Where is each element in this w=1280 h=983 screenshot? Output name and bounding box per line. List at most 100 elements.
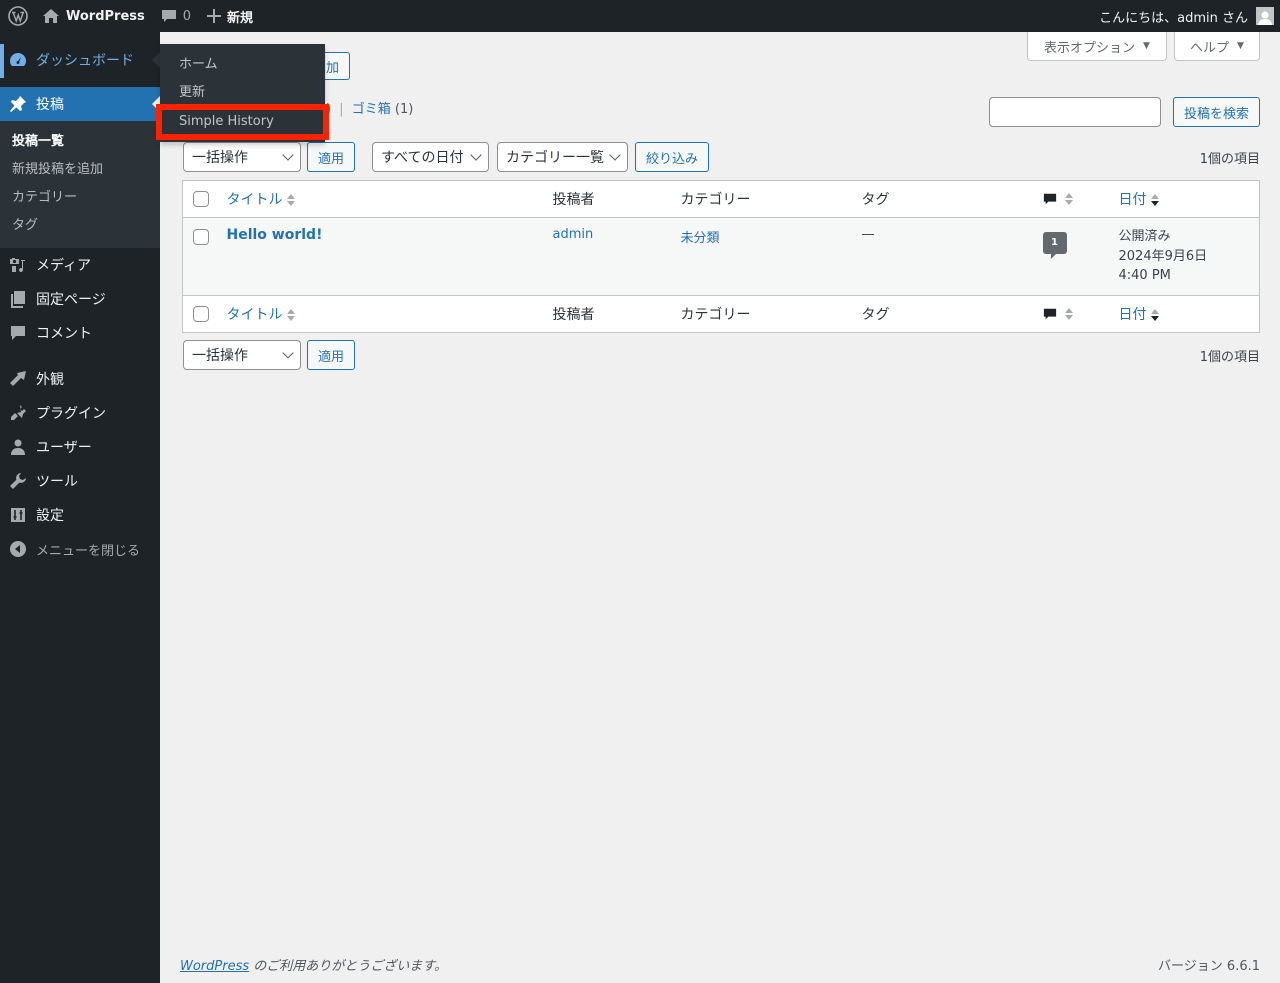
submenu-add-new-post[interactable]: 新規投稿を追加: [0, 156, 160, 184]
user-icon: [8, 437, 28, 457]
sidebar-item-label: 固定ページ: [36, 292, 106, 308]
sidebar-item-settings[interactable]: 設定: [0, 498, 160, 532]
column-date-label[interactable]: 日付: [1119, 192, 1147, 208]
settings-icon: [8, 505, 28, 525]
comment-icon: [1043, 308, 1056, 319]
apply-button-bottom[interactable]: 適用: [307, 340, 355, 370]
sidebar-item-pages[interactable]: 固定ページ: [0, 282, 160, 316]
row-checkbox[interactable]: [193, 229, 209, 245]
table-footer-row: タイトル 投稿者 カテゴリー タグ 日付: [182, 295, 1260, 332]
posts-table: タイトル 投稿者 カテゴリー タグ 日付 Hello world! admin …: [182, 180, 1260, 333]
sidebar-item-label: コメント: [36, 326, 92, 342]
column-author: 投稿者: [552, 306, 595, 323]
bulk-action-select-bottom[interactable]: 一括操作: [183, 340, 301, 370]
screen-options-button[interactable]: 表示オプション ▼: [1027, 32, 1167, 61]
sidebar-item-media[interactable]: メディア: [0, 248, 160, 282]
select-all-checkbox-bottom[interactable]: [193, 305, 209, 322]
sort-icon: [1150, 194, 1159, 206]
post-status: 公開済み: [1118, 229, 1171, 244]
flyout-item-updates[interactable]: 更新: [160, 79, 325, 107]
sidebar-item-posts[interactable]: 投稿: [0, 87, 160, 121]
category-filter-value: カテゴリー一覧: [506, 150, 604, 166]
version-text: バージョン 6.6.1: [1158, 959, 1260, 974]
column-title-label[interactable]: タイトル: [227, 307, 283, 323]
search-posts-button[interactable]: 投稿を検索: [1173, 97, 1260, 127]
column-title-label[interactable]: タイトル: [227, 192, 283, 208]
bulk-action-value: 一括操作: [192, 150, 248, 166]
submenu-all-posts[interactable]: 投稿一覧: [0, 128, 160, 156]
category-filter-select[interactable]: カテゴリー一覧: [497, 142, 628, 172]
sort-icon: [286, 308, 295, 321]
new-label: 新規: [227, 10, 254, 26]
column-date[interactable]: 日付: [1109, 295, 1260, 332]
submenu-tags[interactable]: タグ: [0, 212, 160, 240]
select-all-cell: [183, 181, 217, 218]
triangle-down-icon: ▼: [1143, 41, 1150, 51]
sort-icon: [286, 194, 295, 206]
apply-label: 適用: [318, 151, 345, 167]
sort-icon: [1064, 193, 1073, 205]
sidebar-item-plugins[interactable]: プラグイン: [0, 396, 160, 430]
admin-sidebar: ダッシュボード 投稿 投稿一覧 新規投稿を追加 カテゴリー タグ メディア 固定…: [0, 32, 160, 983]
column-title[interactable]: タイトル: [217, 295, 543, 332]
date-filter-value: すべての日付: [381, 150, 464, 166]
post-title-link[interactable]: Hello world!: [227, 227, 323, 243]
sort-icon: [1150, 308, 1159, 321]
sort-icon: [1064, 307, 1073, 320]
sidebar-item-comments[interactable]: コメント: [0, 316, 160, 350]
cell-tags: —: [861, 227, 875, 242]
sidebar-item-label: プラグイン: [36, 406, 106, 422]
category-link[interactable]: 未分類: [681, 231, 720, 246]
column-date-label[interactable]: 日付: [1119, 307, 1147, 323]
avatar: [1256, 7, 1274, 25]
bulk-action-select-top[interactable]: 一括操作: [183, 142, 301, 172]
sidebar-item-label: 設定: [36, 508, 64, 524]
chevron-down-icon: [282, 149, 294, 161]
column-comments[interactable]: [1033, 295, 1109, 332]
apply-button-top[interactable]: 適用: [307, 142, 355, 172]
submenu-categories[interactable]: カテゴリー: [0, 184, 160, 212]
filter-label: 絞り込み: [646, 151, 699, 167]
admin-footer: WordPress のご利用ありがとうございます。 バージョン 6.6.1: [180, 955, 1260, 974]
greeting: こんにちは、admin さん: [1099, 10, 1248, 26]
sidebar-item-tools[interactable]: ツール: [0, 464, 160, 498]
post-search-input[interactable]: [989, 97, 1161, 127]
site-name-link[interactable]: WordPress: [36, 0, 153, 32]
footer-thanks: WordPress のご利用ありがとうございます。: [180, 955, 447, 974]
my-account-menu[interactable]: こんにちは、admin さん: [1091, 0, 1280, 32]
wp-logo-menu[interactable]: [0, 0, 36, 32]
cell-title: Hello world!: [217, 218, 543, 296]
sidebar-item-label: ツール: [36, 474, 78, 490]
column-comments[interactable]: [1033, 181, 1109, 218]
column-author: 投稿者: [552, 192, 595, 208]
author-link[interactable]: admin: [553, 227, 594, 242]
posts-submenu: 投稿一覧 新規投稿を追加 カテゴリー タグ: [0, 121, 160, 248]
separator: |: [339, 102, 344, 117]
screen-options-label: 表示オプション: [1044, 40, 1136, 56]
column-title[interactable]: タイトル: [217, 181, 543, 218]
chevron-down-icon: [282, 347, 294, 359]
sidebar-item-appearance[interactable]: 外観: [0, 362, 160, 396]
wordpress-link[interactable]: WordPress: [180, 959, 249, 974]
bulk-action-value: 一括操作: [192, 348, 248, 364]
collapse-menu-button[interactable]: メニューを閉じる: [0, 532, 160, 566]
comment-icon: [8, 323, 28, 343]
sidebar-item-dashboard[interactable]: ダッシュボード: [0, 32, 160, 87]
trash-label: ゴミ箱: [351, 102, 391, 117]
status-filter-trash[interactable]: ゴミ箱 (1): [352, 102, 414, 117]
plugin-icon: [8, 403, 28, 423]
comment-count-bubble[interactable]: 1: [1042, 232, 1067, 259]
filter-button[interactable]: 絞り込み: [635, 142, 709, 172]
date-filter-select[interactable]: すべての日付: [372, 142, 489, 172]
column-date[interactable]: 日付: [1109, 181, 1260, 218]
help-button[interactable]: ヘルプ ▼: [1174, 32, 1260, 61]
new-content-menu[interactable]: 新規: [199, 0, 261, 32]
dashboard-icon: [8, 50, 28, 70]
collapse-label: メニューを閉じる: [36, 543, 141, 559]
select-all-checkbox[interactable]: [193, 191, 209, 207]
comments-link[interactable]: 0: [153, 0, 199, 32]
flyout-item-home[interactable]: ホーム: [160, 51, 325, 79]
post-date: 2024年9月6日 4:40 PM: [1118, 248, 1208, 284]
flyout-item-simple-history[interactable]: Simple History: [156, 104, 329, 140]
sidebar-item-users[interactable]: ユーザー: [0, 430, 160, 464]
